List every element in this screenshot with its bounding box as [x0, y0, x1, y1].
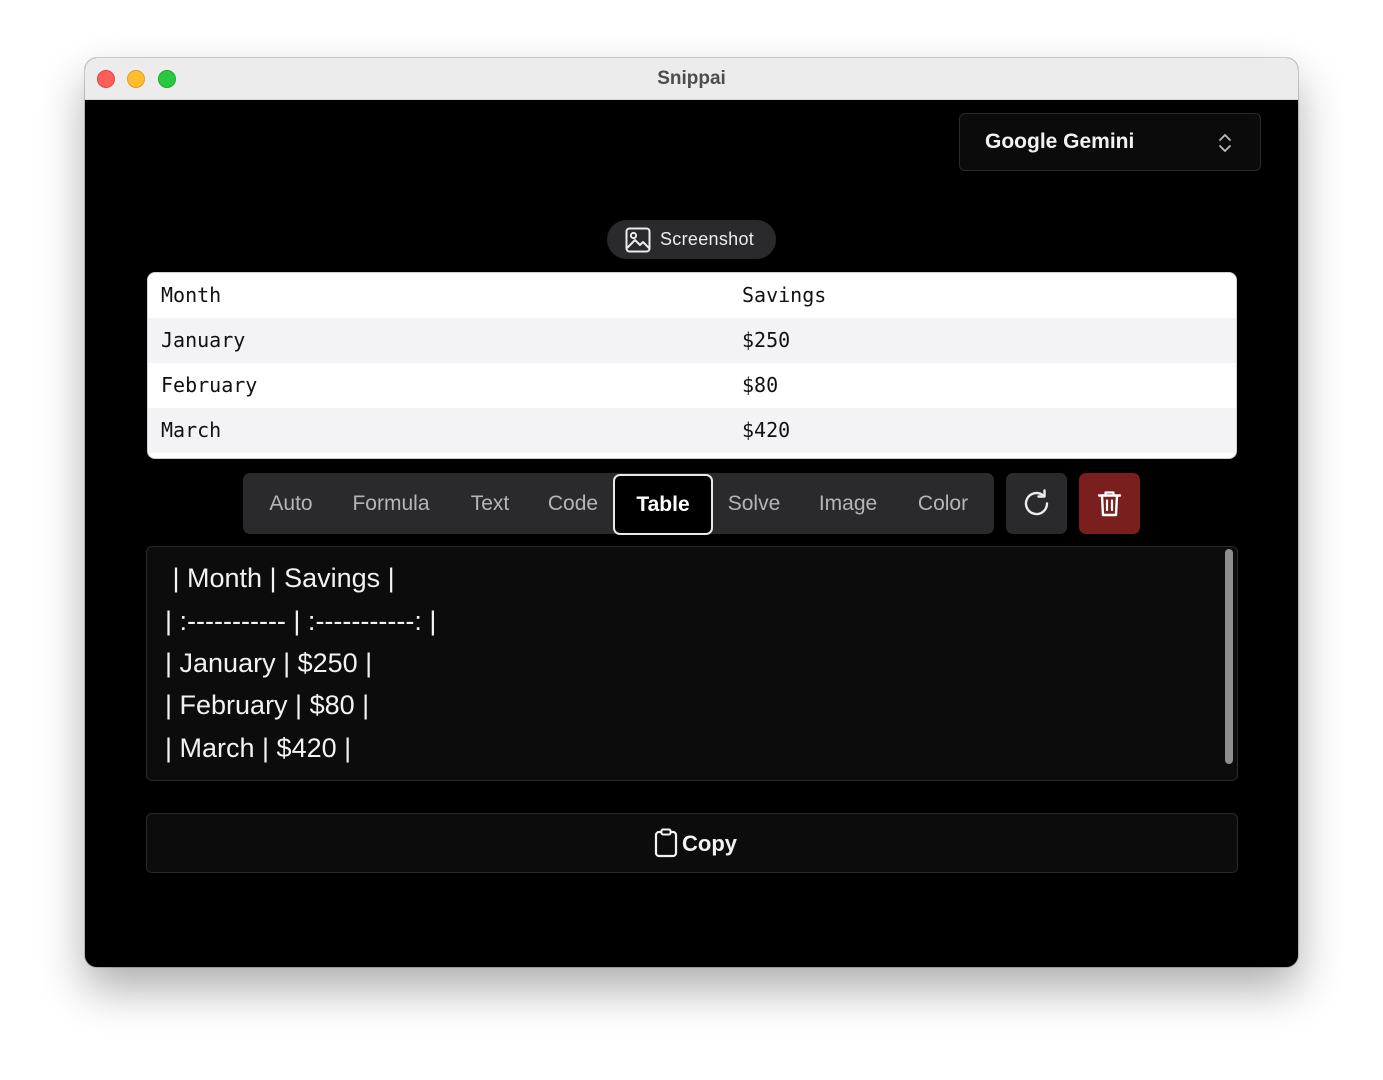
output-line: | :----------- | :-----------: | [165, 606, 437, 636]
mode-table[interactable]: Table [613, 474, 713, 535]
title-bar: Snippai [85, 58, 1298, 100]
mode-text[interactable]: Text [453, 473, 527, 534]
output-scrollbar[interactable] [1225, 549, 1233, 764]
mode-formula[interactable]: Formula [336, 473, 446, 534]
screenshot-button-label: Screenshot [660, 229, 755, 249]
copy-button[interactable]: Copy [146, 813, 1238, 873]
table-cell: $420 [742, 418, 791, 442]
clipboard-icon [654, 828, 678, 858]
markdown-output[interactable]: | Month | Savings | | :----------- | :--… [146, 546, 1238, 781]
app-window: Snippai Google Gemini Screenshot Month S… [85, 58, 1298, 967]
table-header-cell: Month [161, 283, 222, 307]
table-cell: March [161, 418, 222, 442]
mode-segmented-control: Auto Formula Text Code Table Solve Image… [243, 473, 994, 535]
table-row: January $250 [148, 318, 1236, 363]
output-line: | February | $80 | [165, 690, 370, 720]
mode-code[interactable]: Code [534, 473, 612, 534]
table-header-cell: Savings [742, 283, 827, 307]
output-line: | March | $420 | [165, 733, 352, 763]
mode-image[interactable]: Image [805, 473, 891, 534]
table-cell: $250 [742, 328, 791, 352]
main-content: Google Gemini Screenshot Month Savings J… [85, 100, 1298, 967]
output-line: | January | $250 | [165, 648, 373, 678]
table-header-row: Month Savings [148, 273, 1236, 318]
model-select-value: Google Gemini [985, 130, 1135, 153]
mode-auto[interactable]: Auto [253, 473, 329, 534]
screenshot-button[interactable]: Screenshot [607, 220, 776, 259]
mode-solve[interactable]: Solve [717, 473, 791, 534]
output-line: | Month | Savings | [165, 563, 395, 593]
table-cell: $80 [742, 373, 779, 397]
image-icon [625, 227, 651, 253]
delete-button[interactable] [1079, 473, 1140, 534]
model-select[interactable]: Google Gemini [959, 113, 1261, 171]
chevron-up-down-icon [1219, 134, 1231, 152]
table-cell: January [161, 328, 246, 352]
rendered-table: Month Savings January $250 February $80 … [147, 272, 1237, 459]
window-title: Snippai [657, 68, 726, 89]
table-row: February $80 [148, 363, 1236, 408]
table-row: March $420 [148, 408, 1236, 453]
copy-button-label: Copy [682, 831, 737, 856]
mode-color[interactable]: Color [905, 473, 981, 534]
table-cell: February [161, 373, 258, 397]
refresh-icon [1024, 489, 1049, 516]
refresh-button[interactable] [1006, 473, 1067, 534]
trash-icon [1097, 491, 1122, 517]
